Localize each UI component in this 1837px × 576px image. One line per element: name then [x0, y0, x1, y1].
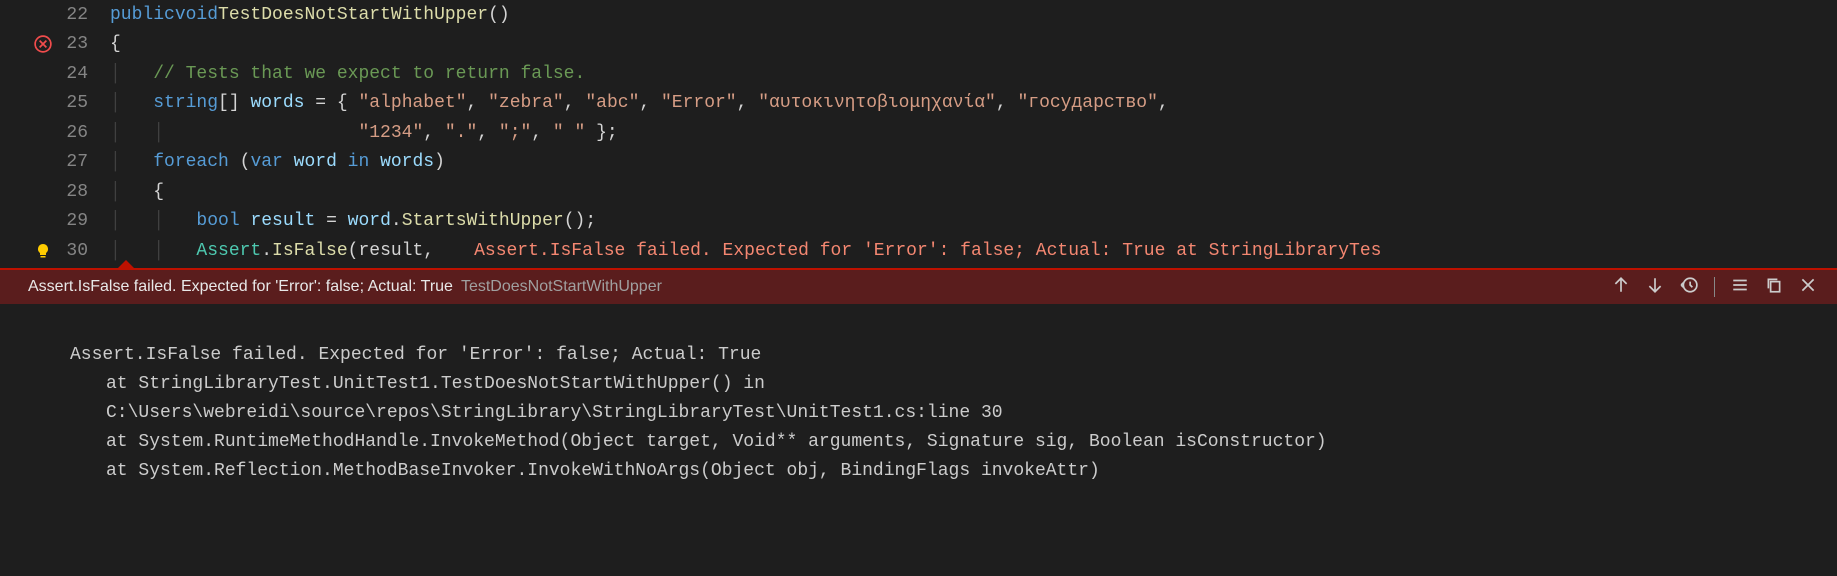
stack-trace-line: C:\Users\webreidi\source\repos\StringLib… [70, 399, 1837, 428]
line-number: 29 [58, 211, 88, 231]
line-number: 24 [58, 64, 88, 84]
error-summary: Assert.IsFalse failed. Expected for 'Err… [28, 278, 453, 296]
gutter: 22 23 24 25 26 27 28 29 30 [0, 0, 100, 268]
stack-trace-line: at System.RuntimeMethodHandle.InvokeMeth… [70, 428, 1837, 457]
line-number: 22 [58, 5, 88, 25]
line-number: 23 [58, 34, 88, 54]
line-number: 26 [58, 123, 88, 143]
line-number: 25 [58, 93, 88, 113]
code-editor[interactable]: 22 23 24 25 26 27 28 29 30 public void T… [0, 0, 1837, 268]
line-number: 27 [58, 152, 88, 172]
error-divider [0, 268, 1837, 270]
line-number: 30 [58, 241, 88, 261]
stack-trace-line: at System.Reflection.MethodBaseInvoker.I… [70, 457, 1837, 486]
inline-error-text: Assert.IsFalse failed. Expected for 'Err… [474, 241, 1381, 261]
code-content[interactable]: public void TestDoesNotStartWithUpper() … [100, 0, 1837, 268]
error-message: Assert.IsFalse failed. Expected for 'Err… [70, 345, 761, 365]
history-icon[interactable] [1680, 276, 1698, 299]
prev-error-icon[interactable] [1612, 276, 1630, 299]
separator [1714, 277, 1715, 297]
line-number: 28 [58, 182, 88, 202]
list-icon[interactable] [1731, 276, 1749, 299]
close-icon[interactable] [1799, 276, 1817, 299]
lightbulb-icon[interactable] [28, 243, 58, 259]
next-error-icon[interactable] [1646, 276, 1664, 299]
copy-icon[interactable] [1765, 276, 1783, 299]
error-icon[interactable] [28, 35, 58, 53]
error-test-name: TestDoesNotStartWithUpper [461, 278, 662, 296]
stack-trace-line: at StringLibraryTest.UnitTest1.TestDoesN… [70, 370, 1837, 399]
error-panel-header: Assert.IsFalse failed. Expected for 'Err… [0, 270, 1837, 304]
error-panel-body[interactable]: Assert.IsFalse failed. Expected for 'Err… [0, 304, 1837, 535]
